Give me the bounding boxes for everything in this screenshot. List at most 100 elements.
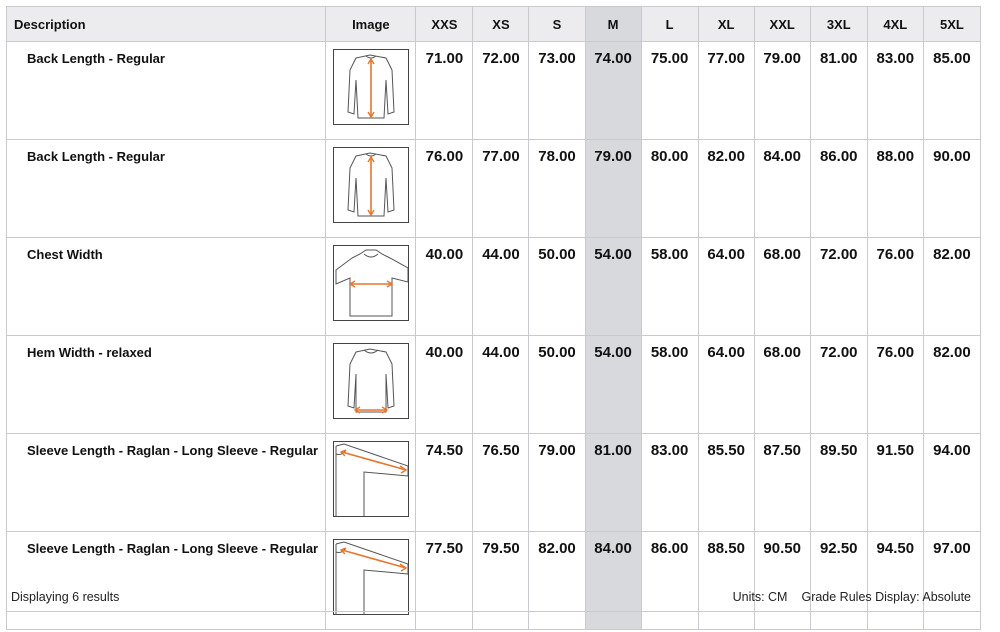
value-cell-s: 73.00 <box>528 41 586 140</box>
value-cell-xxl: 68.00 <box>753 237 811 336</box>
value-cell-l: 75.00 <box>640 41 699 140</box>
value-cell-l: 86.00 <box>640 531 699 630</box>
value-cell-l: 80.00 <box>640 139 699 238</box>
value-cell-xs: 77.00 <box>472 139 530 238</box>
row-image-cell <box>325 237 417 336</box>
row-description: Hem Width - relaxed <box>5 335 327 434</box>
table-row[interactable]: Hem Width - relaxed 40.00 44.00 50.00 54.00 5… <box>5 335 982 434</box>
value-cell-4xl: 88.00 <box>866 139 924 238</box>
spec-table-panel: Description Image XXS XS S M L XL XXL 3XL 4XL 5XL… <box>5 6 982 630</box>
value-cell-xl: 85.50 <box>697 433 755 532</box>
value-cell-xxl: 84.00 <box>753 139 811 238</box>
units-label: Units: CM <box>732 590 788 604</box>
value-cell-3xl: 72.00 <box>809 335 868 434</box>
value-cell-5xl: 82.00 <box>922 237 982 336</box>
row-image-cell <box>325 433 417 532</box>
value-cell-xl: 77.00 <box>697 41 755 140</box>
table-row[interactable]: Back Length - Regular 76.00 77.00 78.00 79.0… <box>5 139 982 238</box>
value-cell-4xl: 76.00 <box>866 335 924 434</box>
value-cell-xxl: 68.00 <box>753 335 811 434</box>
value-cell-xl: 88.50 <box>697 531 755 630</box>
value-cell-xs: 44.00 <box>472 335 530 434</box>
value-cell-m: 81.00 <box>584 433 642 532</box>
value-cell-xxs: 40.00 <box>415 237 474 336</box>
grade-rules-label: Grade Rules Display: Absolute <box>801 590 971 604</box>
value-cell-m: 54.00 <box>584 335 642 434</box>
table-row[interactable]: Chest Width 40.00 44.00 50.00 54.00 58.00 64.0… <box>5 237 982 336</box>
table-row[interactable]: Sleeve Length - Raglan - Long Sleeve - R… <box>5 531 982 630</box>
value-cell-xxs: 74.50 <box>415 433 474 532</box>
column-header-size-s[interactable]: S <box>528 6 586 42</box>
value-cell-m: 84.00 <box>584 531 642 630</box>
value-cell-xxs: 71.00 <box>415 41 474 140</box>
column-header-description[interactable]: Description <box>5 6 327 42</box>
value-cell-xl: 64.00 <box>697 237 755 336</box>
sleeve-length-diagram-icon[interactable] <box>332 441 409 517</box>
value-cell-3xl: 81.00 <box>809 41 868 140</box>
value-cell-3xl: 89.50 <box>809 433 868 532</box>
value-cell-3xl: 72.00 <box>809 237 868 336</box>
measurement-table: Description Image XXS XS S M L XL XXL 3XL 4XL 5XL… <box>5 6 982 630</box>
value-cell-xs: 79.50 <box>472 531 530 630</box>
value-cell-4xl: 91.50 <box>866 433 924 532</box>
column-header-size-xxs[interactable]: XXS <box>415 6 474 42</box>
results-count: Displaying 6 results <box>11 590 120 604</box>
value-cell-xl: 82.00 <box>697 139 755 238</box>
value-cell-l: 58.00 <box>640 335 699 434</box>
column-header-size-4xl[interactable]: 4XL <box>866 6 924 42</box>
value-cell-xxl: 90.50 <box>753 531 811 630</box>
value-cell-s: 78.00 <box>528 139 586 238</box>
column-header-size-l[interactable]: L <box>640 6 699 42</box>
value-cell-xxs: 77.50 <box>415 531 474 630</box>
value-cell-m: 74.00 <box>584 41 642 140</box>
value-cell-5xl: 97.00 <box>922 531 982 630</box>
table-row[interactable]: Sleeve Length - Raglan - Long Sleeve - R… <box>5 433 982 532</box>
column-header-size-xxl[interactable]: XXL <box>753 6 811 42</box>
column-header-size-xl[interactable]: XL <box>697 6 755 42</box>
row-description: Chest Width <box>5 237 327 336</box>
chest-width-diagram-icon[interactable] <box>332 245 409 321</box>
value-cell-m: 79.00 <box>584 139 642 238</box>
value-cell-l: 58.00 <box>640 237 699 336</box>
row-image-cell <box>325 139 417 238</box>
value-cell-5xl: 94.00 <box>922 433 982 532</box>
value-cell-3xl: 92.50 <box>809 531 868 630</box>
column-header-image[interactable]: Image <box>325 6 417 42</box>
hem-width-diagram-icon[interactable] <box>332 343 409 419</box>
value-cell-3xl: 86.00 <box>809 139 868 238</box>
column-header-size-xs[interactable]: XS <box>472 6 530 42</box>
value-cell-xxs: 76.00 <box>415 139 474 238</box>
value-cell-5xl: 90.00 <box>922 139 982 238</box>
row-image-cell <box>325 531 417 630</box>
value-cell-s: 79.00 <box>528 433 586 532</box>
value-cell-4xl: 83.00 <box>866 41 924 140</box>
value-cell-s: 82.00 <box>528 531 586 630</box>
row-description: Sleeve Length - Raglan - Long Sleeve - R… <box>5 433 327 532</box>
value-cell-xs: 44.00 <box>472 237 530 336</box>
row-description: Back Length - Regular <box>5 41 327 140</box>
row-description: Back Length - Regular <box>5 139 327 238</box>
column-header-size-m[interactable]: M <box>584 6 642 42</box>
value-cell-xxl: 87.50 <box>753 433 811 532</box>
table-footer: Displaying 6 results Units: CM Grade Rul… <box>6 583 981 612</box>
value-cell-m: 54.00 <box>584 237 642 336</box>
value-cell-s: 50.00 <box>528 335 586 434</box>
row-image-cell <box>325 41 417 140</box>
value-cell-5xl: 85.00 <box>922 41 982 140</box>
row-description: Sleeve Length - Raglan - Long Sleeve - R… <box>5 531 327 630</box>
value-cell-5xl: 82.00 <box>922 335 982 434</box>
value-cell-s: 50.00 <box>528 237 586 336</box>
column-header-size-5xl[interactable]: 5XL <box>922 6 982 42</box>
value-cell-4xl: 94.50 <box>866 531 924 630</box>
value-cell-l: 83.00 <box>640 433 699 532</box>
row-image-cell <box>325 335 417 434</box>
value-cell-xxs: 40.00 <box>415 335 474 434</box>
column-header-size-3xl[interactable]: 3XL <box>809 6 868 42</box>
table-body: Back Length - Regular 71.00 72.00 73.00 74.0… <box>5 41 982 630</box>
value-cell-xs: 76.50 <box>472 433 530 532</box>
back-length-diagram-icon[interactable] <box>332 49 409 125</box>
value-cell-xs: 72.00 <box>472 41 530 140</box>
header-row: Description Image XXS XS S M L XL XXL 3XL 4XL 5XL <box>5 6 982 42</box>
table-row[interactable]: Back Length - Regular 71.00 72.00 73.00 74.0… <box>5 41 982 140</box>
back-length-diagram-icon[interactable] <box>332 147 409 223</box>
